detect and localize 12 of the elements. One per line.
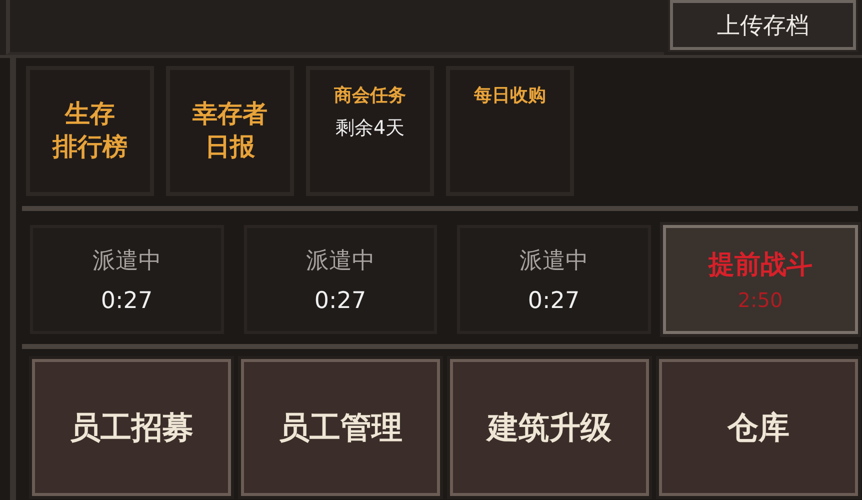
shortcut-tile[interactable]: 每日收购: [446, 66, 574, 196]
shortcut-tile[interactable]: 幸存者 日报: [166, 66, 294, 196]
dispatch-slot: 派遣中 0:27: [30, 225, 224, 334]
menu-button[interactable]: 员工招募: [32, 359, 231, 496]
dispatch-slot: 派遣中 0:27: [457, 225, 650, 334]
menu-button[interactable]: 建筑升级: [450, 359, 649, 496]
dispatch-slot: 派遣中 0:27: [244, 225, 437, 334]
menu-button[interactable]: 仓库: [659, 359, 858, 496]
menu-button[interactable]: 员工管理: [241, 359, 440, 496]
shortcut-tile[interactable]: 商会任务 剩余4天: [306, 66, 434, 196]
shortcut-tile[interactable]: 生存 排行榜: [26, 66, 154, 196]
upload-save-button[interactable]: 上传存档: [670, 0, 856, 50]
